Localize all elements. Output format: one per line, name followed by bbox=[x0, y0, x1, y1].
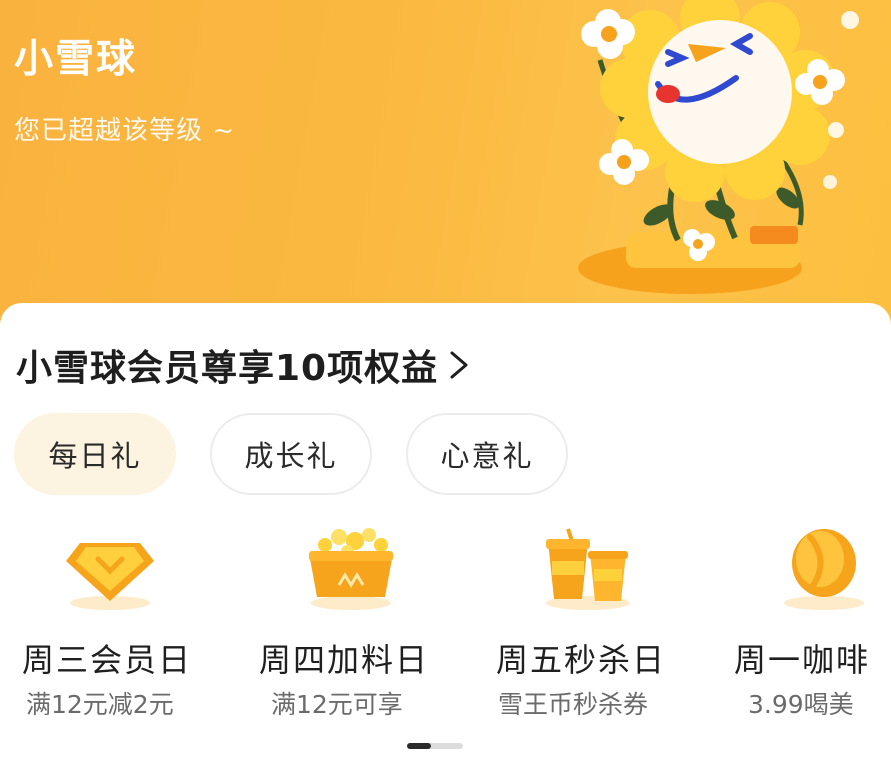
tab-growth-gift[interactable]: 成长礼 bbox=[210, 413, 372, 495]
benefit-items-carousel[interactable]: 周三会员日 满12元减2元 周四加料日 满12元可享 周五秒杀日 雪王币秒杀券 … bbox=[0, 525, 891, 725]
drink-cups-icon bbox=[546, 528, 630, 610]
sunflower-mascot-icon bbox=[578, 0, 859, 294]
tab-thoughtful-gift[interactable]: 心意礼 bbox=[406, 413, 568, 495]
benefit-desc: 满12元可享 bbox=[271, 690, 403, 719]
diamond-badge-icon bbox=[66, 543, 154, 610]
benefits-title: 小雪球会员尊享10项权益 bbox=[16, 348, 439, 389]
carousel-pager bbox=[407, 743, 463, 749]
benefit-name: 周三会员日 bbox=[22, 641, 193, 679]
pager-active-indicator bbox=[407, 743, 431, 749]
benefit-name: 周一咖啡 bbox=[734, 641, 871, 679]
benefit-desc: 雪王币秒杀券 bbox=[498, 690, 649, 719]
benefit-desc: 满12元减2元 bbox=[26, 690, 174, 719]
level-name: 小雪球 bbox=[14, 37, 138, 82]
benefits-card: 小雪球会员尊享10项权益 每日礼 成长礼 心意礼 周三会员日 满12元减2元 周… bbox=[0, 303, 891, 771]
level-status: 您已超越该等级 ~ bbox=[14, 116, 236, 146]
benefit-name: 周五秒杀日 bbox=[496, 641, 667, 679]
benefit-item-thursday[interactable]: 周四加料日 满12元可享 bbox=[259, 525, 459, 725]
benefit-desc: 3.99喝美 bbox=[748, 690, 854, 719]
member-level-banner: 小雪球 您已超越该等级 ~ bbox=[0, 0, 891, 330]
benefit-item-wednesday[interactable]: 周三会员日 满12元减2元 bbox=[22, 525, 222, 725]
topping-basket-icon bbox=[309, 528, 393, 610]
benefit-item-friday[interactable]: 周五秒杀日 雪王币秒杀券 bbox=[496, 525, 696, 725]
benefit-name: 周四加料日 bbox=[259, 641, 430, 679]
tab-daily-gift[interactable]: 每日礼 bbox=[14, 413, 176, 495]
chevron-right-icon bbox=[450, 351, 468, 379]
coffee-bean-icon bbox=[784, 529, 864, 610]
benefits-title-link[interactable]: 小雪球会员尊享10项权益 bbox=[16, 339, 474, 391]
benefit-tabs: 每日礼 成长礼 心意礼 bbox=[14, 413, 568, 495]
benefit-item-monday[interactable]: 周一咖啡 3.99喝美 bbox=[734, 525, 891, 725]
